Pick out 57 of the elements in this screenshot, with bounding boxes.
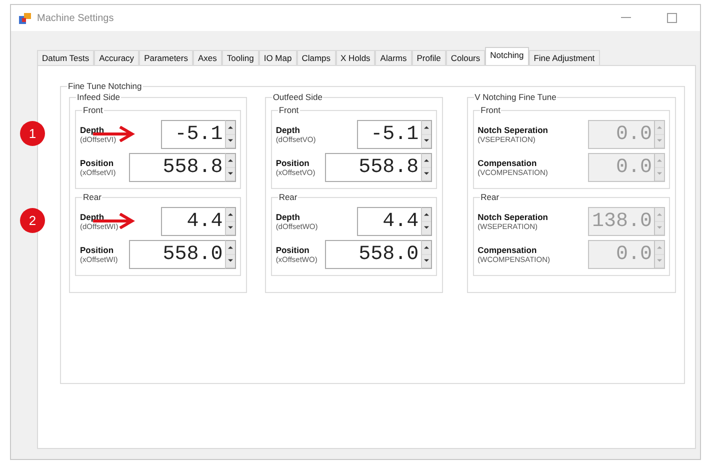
spin-buttons[interactable] bbox=[224, 207, 236, 236]
spin-buttons[interactable] bbox=[420, 120, 432, 149]
spin-buttons[interactable] bbox=[224, 240, 236, 269]
spin-buttons[interactable] bbox=[420, 207, 432, 236]
group-title: Fine Tune Notching bbox=[67, 81, 143, 92]
number-field[interactable]: 558.0 bbox=[324, 240, 421, 269]
field-label: Position bbox=[80, 246, 115, 254]
field-label: Position bbox=[276, 246, 310, 254]
field-label: Compensation bbox=[478, 158, 538, 168]
spin-buttons[interactable] bbox=[420, 240, 432, 269]
window-title: Machine Settings bbox=[37, 12, 114, 26]
number-field[interactable]: 4.4 bbox=[160, 207, 225, 236]
tab[interactable]: Alarms bbox=[375, 50, 412, 65]
field-label: Depth bbox=[80, 126, 106, 134]
field-label: Depth bbox=[276, 126, 301, 134]
spin-buttons[interactable] bbox=[224, 153, 236, 182]
number-field[interactable]: 4.4 bbox=[356, 207, 421, 236]
tab[interactable]: Clamps bbox=[296, 50, 336, 65]
number-field[interactable]: 558.0 bbox=[128, 240, 225, 269]
tab[interactable]: IO Map bbox=[258, 50, 297, 65]
field-label: Position bbox=[80, 158, 115, 168]
spin-buttons[interactable] bbox=[224, 120, 236, 149]
field-label: Position bbox=[276, 158, 310, 168]
number-field[interactable]: 558.8 bbox=[128, 153, 225, 182]
group-title: Outfeed Side bbox=[272, 92, 324, 103]
group-title: Rear bbox=[480, 192, 500, 203]
field-label: Notch Seperation bbox=[478, 212, 548, 222]
minimize-icon[interactable] bbox=[621, 16, 631, 19]
group-title: V Notching Fine Tune bbox=[474, 92, 558, 103]
callout-number: 2 bbox=[20, 208, 45, 233]
tab[interactable]: Axes bbox=[193, 50, 222, 65]
number-field[interactable]: 558.8 bbox=[324, 153, 421, 182]
group-title: Front bbox=[278, 105, 300, 116]
number-field[interactable]: -5.1 bbox=[160, 120, 225, 149]
field-label: Depth bbox=[276, 212, 301, 222]
number-field[interactable]: -5.1 bbox=[356, 120, 421, 149]
group-title: Front bbox=[82, 105, 104, 116]
group-title: Front bbox=[480, 105, 502, 116]
maximize-icon[interactable] bbox=[667, 12, 677, 23]
tab[interactable]: Tooling bbox=[222, 50, 259, 65]
field-label: Depth bbox=[80, 212, 106, 222]
callout-number: 1 bbox=[20, 121, 45, 146]
group-title: Rear bbox=[82, 192, 102, 203]
field-label: Compensation bbox=[478, 246, 538, 254]
tab[interactable]: Accuracy bbox=[94, 50, 140, 65]
tab[interactable]: X Holds bbox=[336, 50, 376, 65]
tab[interactable]: Colours bbox=[446, 50, 486, 65]
group-title: Infeed Side bbox=[76, 92, 122, 103]
app-icon bbox=[19, 12, 31, 24]
tab[interactable]: Profile bbox=[412, 50, 446, 65]
tab[interactable]: Notching bbox=[485, 47, 529, 65]
field-label: Notch Seperation bbox=[478, 126, 548, 134]
group-title: Rear bbox=[278, 192, 298, 203]
tab[interactable]: Fine Adjustment bbox=[528, 50, 600, 65]
tab[interactable]: Parameters bbox=[139, 50, 193, 65]
tab[interactable]: Datum Tests bbox=[37, 50, 94, 65]
spin-buttons[interactable] bbox=[420, 153, 432, 182]
